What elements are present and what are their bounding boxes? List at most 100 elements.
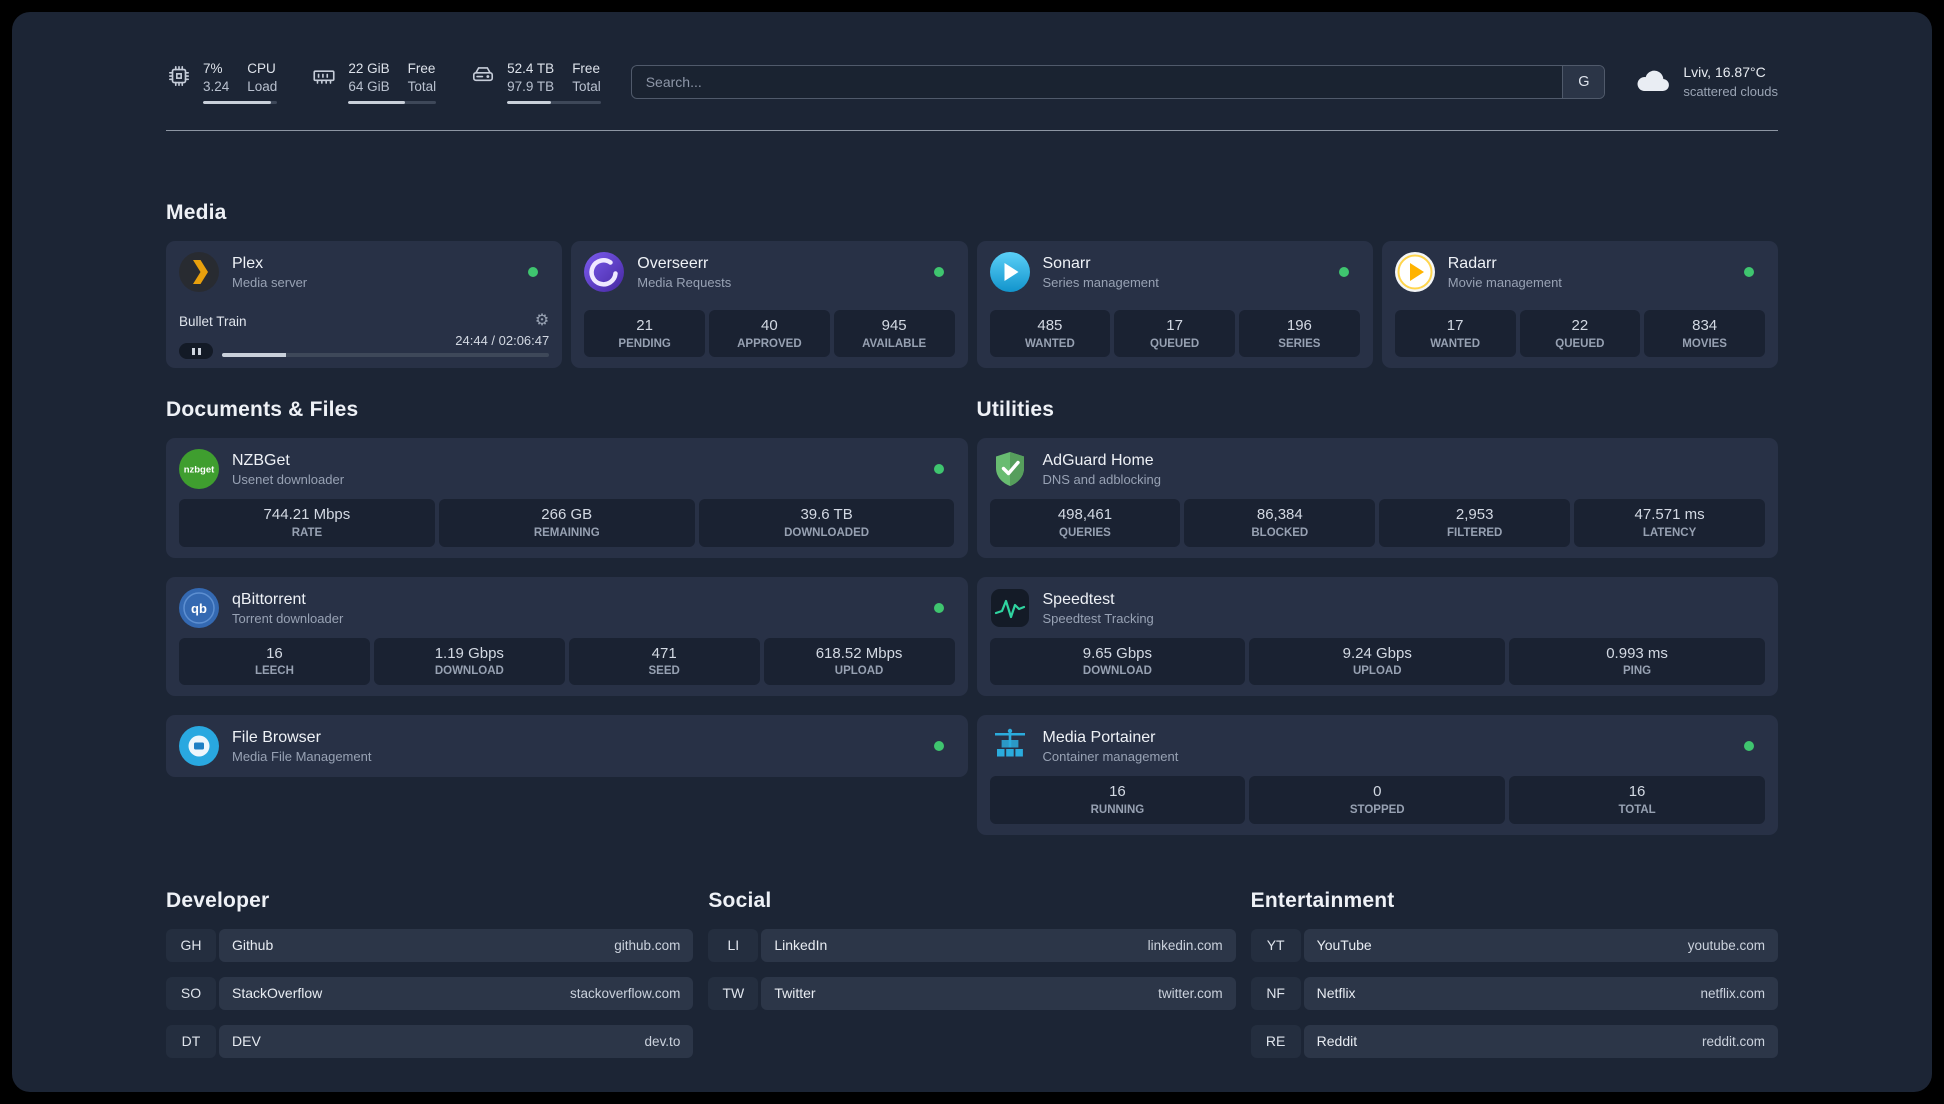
bookmark-body: Reddit reddit.com: [1303, 1024, 1778, 1058]
stat-blocked: 86,384 BLOCKED: [1184, 499, 1376, 547]
service-card-nzbget[interactable]: nzbget NZBGet Usenet downloader 744.21 M…: [166, 438, 968, 558]
cpu-progress-track: [203, 101, 278, 105]
status-dot: [1744, 741, 1754, 752]
stat-wanted: 17 WANTED: [1394, 310, 1516, 358]
search-input[interactable]: [631, 66, 1563, 99]
card-header: Plex Media server: [179, 252, 549, 293]
service-card-filebrowser[interactable]: File Browser Media File Management: [166, 715, 968, 778]
stat-value: 16: [1109, 783, 1126, 801]
bookmark-netflix[interactable]: NF Netflix netflix.com: [1250, 976, 1778, 1010]
bookmark-reddit[interactable]: RE Reddit reddit.com: [1250, 1024, 1778, 1058]
gear-icon[interactable]: ⚙: [535, 313, 549, 329]
disk-widget: 52.4 TB 97.9 TB Free Total: [470, 60, 601, 105]
cpu-load-value: 3.24: [203, 79, 230, 95]
stat-value: 834: [1692, 317, 1718, 334]
stat-value: 0: [1373, 783, 1382, 801]
status-dot: [933, 602, 944, 613]
stats-row: 744.21 Mbps RATE 266 GB REMAINING 39.6 T…: [179, 489, 955, 547]
bookmark-github[interactable]: GH Github github.com: [166, 928, 694, 962]
service-description: Speedtest Tracking: [1042, 610, 1154, 626]
memory-widget: 22 GiB 64 GiB Free Total: [311, 60, 437, 105]
stat-total: 16 TOTAL: [1509, 776, 1765, 824]
service-description: Series management: [1042, 275, 1159, 291]
pause-button[interactable]: [179, 343, 213, 360]
status-dot: [933, 267, 944, 278]
stat-value: 47.571 ms: [1634, 506, 1705, 524]
bookmark-twitter[interactable]: TW Twitter twitter.com: [708, 976, 1236, 1010]
stat-available: 945 AVAILABLE: [833, 310, 955, 358]
bookmark-name: Reddit: [1316, 1033, 1358, 1050]
card-titles: Speedtest Speedtest Tracking: [1043, 589, 1766, 627]
bookmark-body: Netflix netflix.com: [1303, 976, 1778, 1010]
stat-seed: 471 SEED: [568, 637, 760, 686]
service-card-sonarr[interactable]: Sonarr Series management 485 WANTED 17 Q…: [976, 241, 1373, 369]
cloud-icon: [1635, 66, 1671, 98]
stat-approved: 40 APPROVED: [709, 310, 830, 358]
service-name: Radarr: [1447, 255, 1497, 273]
stat-queries: 498,461 QUERIES: [989, 499, 1181, 547]
service-card-plex[interactable]: Plex Media server Bullet Train ⚙ 24:44 /…: [166, 241, 563, 369]
card-titles: File Browser Media File Management: [232, 727, 921, 765]
stat-upload: 618.52 Mbps UPLOAD: [763, 637, 955, 686]
stat-value: 196: [1286, 317, 1312, 334]
adguard-icon: [990, 449, 1030, 489]
playback-progress-fill: [222, 353, 287, 358]
card-titles: AdGuard Home DNS and adblocking: [1043, 450, 1766, 488]
bookmark-linkedin[interactable]: LI LinkedIn linkedin.com: [708, 928, 1236, 962]
stats-row: 485 WANTED 17 QUEUED 196 SERIES: [989, 300, 1360, 358]
disk-free-label: Free: [572, 61, 600, 76]
stat-label: TOTAL: [1618, 803, 1656, 816]
service-card-qbittorrent[interactable]: qb qBittorrent Torrent downloader 16 LEE…: [166, 576, 968, 697]
service-card-radarr[interactable]: Radarr Movie management 17 WANTED 22 QUE…: [1381, 241, 1778, 369]
service-description: DNS and adblocking: [1042, 472, 1162, 488]
memory-total-label: Total: [407, 79, 437, 95]
stat-label: LEECH: [254, 665, 294, 678]
status-dot: [1338, 267, 1349, 278]
stat-value: 22: [1571, 317, 1589, 334]
service-card-overseerr[interactable]: Overseerr Media Requests 21 PENDING 40 A…: [571, 241, 968, 369]
search-provider-button[interactable]: G: [1562, 66, 1605, 99]
card-header: Media Portainer Container management: [990, 726, 1766, 766]
bookmark-domain: reddit.com: [1701, 1033, 1765, 1049]
bookmark-abbr: TW: [708, 976, 759, 1010]
qbittorrent-icon: qb: [179, 587, 219, 628]
section-heading-entertainment: Entertainment: [1250, 888, 1395, 912]
stat-pending: 21 PENDING: [584, 310, 705, 358]
stat-label: BLOCKED: [1251, 526, 1309, 539]
stat-downloaded: 39.6 TB DOWNLOADED: [698, 499, 955, 547]
bookmark-stackoverflow[interactable]: SO StackOverflow stackoverflow.com: [166, 976, 694, 1010]
service-card-speedtest[interactable]: Speedtest Speedtest Tracking 9.65 Gbps D…: [976, 576, 1778, 697]
utilities-cards: AdGuard Home DNS and adblocking 498,461 …: [976, 438, 1778, 835]
memory-icon: [311, 63, 337, 89]
cpu-progress-fill: [203, 101, 272, 105]
stat-label: QUERIES: [1059, 526, 1111, 539]
stats-row: 21 PENDING 40 APPROVED 945 AVAILABLE: [584, 300, 955, 358]
content: 7% 3.24 CPU Load 22 GiB 64 GiB Free Tota…: [166, 12, 1778, 1073]
stat-label: MOVIES: [1682, 337, 1727, 350]
stat-label: RUNNING: [1090, 803, 1145, 816]
stat-latency: 47.571 ms LATENCY: [1574, 499, 1765, 547]
bookmark-domain: stackoverflow.com: [570, 985, 681, 1001]
disk-total-label: Total: [572, 79, 601, 95]
stat-label: PING: [1623, 665, 1652, 678]
bookmark-body: Twitter twitter.com: [761, 976, 1236, 1010]
playback-progress-track[interactable]: [222, 353, 550, 358]
weather-widget: Lviv, 16.87°C scattered clouds: [1635, 63, 1778, 101]
bookmark-youtube[interactable]: YT YouTube youtube.com: [1250, 928, 1778, 962]
weather-condition: scattered clouds: [1683, 83, 1778, 99]
stat-label: QUEUED: [1555, 337, 1605, 350]
card-titles: NZBGet Usenet downloader: [232, 450, 921, 488]
disk-progress-fill: [507, 101, 552, 105]
stat-label: WANTED: [1024, 337, 1075, 350]
service-card-adguard[interactable]: AdGuard Home DNS and adblocking 498,461 …: [976, 438, 1778, 558]
now-playing-time: 24:44 / 02:06:47: [455, 333, 550, 349]
service-card-portainer[interactable]: Media Portainer Container management 16 …: [976, 715, 1778, 835]
stat-label: UPLOAD: [1352, 665, 1402, 678]
bookmark-dev[interactable]: DT DEV dev.to: [166, 1024, 694, 1058]
nzbget-icon: nzbget: [179, 449, 219, 490]
memory-free-value: 22 GiB: [348, 61, 390, 76]
bookmark-name: Netflix: [1316, 985, 1356, 1002]
stat-value: 9.24 Gbps: [1342, 644, 1412, 662]
bookmark-body: StackOverflow stackoverflow.com: [219, 976, 694, 1010]
documents-cards: nzbget NZBGet Usenet downloader 744.21 M…: [166, 438, 968, 778]
